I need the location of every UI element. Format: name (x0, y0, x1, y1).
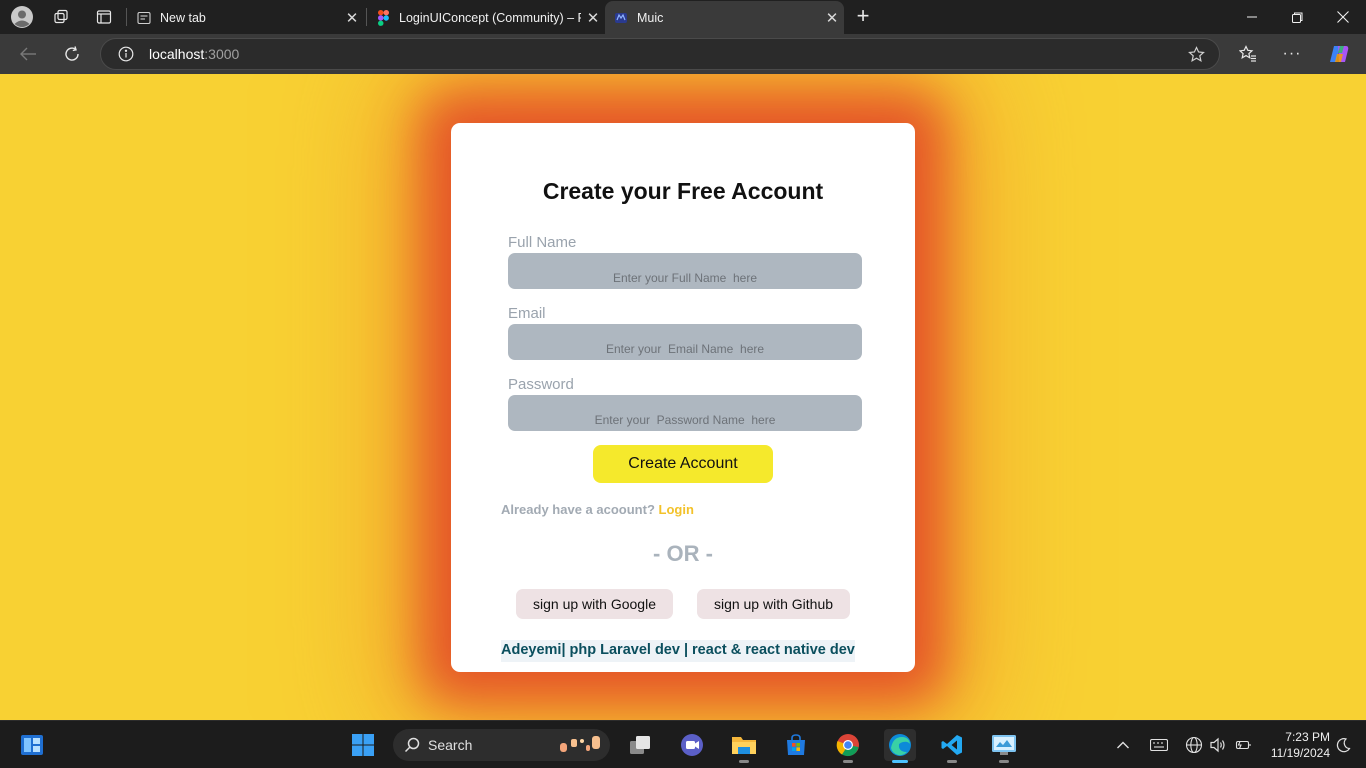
full-name-label: Full Name (508, 234, 577, 251)
browser-toolbar: localhost:3000 ··· (0, 34, 1366, 74)
show-hidden-icons-chevron-icon[interactable] (1113, 735, 1133, 755)
active-indicator (892, 760, 908, 763)
clock-date: 11/19/2024 (1270, 746, 1330, 760)
copilot-icon[interactable] (1325, 40, 1353, 68)
battery-icon[interactable] (1233, 735, 1253, 755)
close-tab-icon[interactable]: ✕ (340, 9, 364, 27)
search-label: Search (428, 737, 473, 753)
login-link[interactable]: Login (659, 502, 694, 517)
page-viewport: Create your Free Account Full Name Email… (0, 74, 1366, 720)
windows-taskbar: Search 7:23 PM 11/19/2024 (0, 720, 1366, 768)
running-indicator (843, 760, 853, 763)
favorites-icon[interactable] (1234, 40, 1262, 68)
running-indicator (947, 760, 957, 763)
email-label: Email (508, 305, 546, 322)
password-label: Password (508, 376, 574, 393)
refresh-icon[interactable] (58, 40, 86, 68)
email-input[interactable] (508, 324, 862, 360)
app-favicon-icon (613, 10, 629, 26)
tab-title: New tab (160, 10, 206, 25)
workspaces-icon[interactable] (50, 6, 72, 28)
address-bar[interactable]: localhost:3000 (100, 38, 1220, 70)
tab-title: Muic (637, 10, 664, 25)
taskbar-search[interactable]: Search (393, 729, 610, 761)
do-not-disturb-moon-icon[interactable] (1333, 735, 1353, 755)
system-clock[interactable]: 7:23 PM 11/19/2024 (1258, 729, 1330, 761)
url-port: :3000 (204, 46, 240, 62)
create-account-button[interactable]: Create Account (593, 445, 773, 483)
url-text: localhost:3000 (149, 46, 239, 62)
page-title: Create your Free Account (542, 178, 824, 204)
favorite-star-icon[interactable] (1187, 45, 1205, 63)
clock-time: 7:23 PM (1285, 730, 1330, 744)
meet-icon[interactable] (676, 729, 708, 761)
signup-card: Create your Free Account Full Name Email… (451, 123, 915, 672)
close-tab-icon[interactable]: ✕ (820, 9, 844, 27)
new-tab-page-icon (136, 10, 152, 26)
keyboard-icon[interactable] (1149, 735, 1169, 755)
volume-icon[interactable] (1208, 735, 1228, 755)
browser-tab-strip: New tab ✕ LoginUIConcept (Community) – F… (0, 0, 1366, 34)
running-indicator (739, 760, 749, 763)
new-tab-plus-icon[interactable]: + (851, 3, 875, 28)
network-globe-icon[interactable] (1184, 735, 1204, 755)
close-window-icon[interactable] (1320, 0, 1366, 34)
or-divider: - OR - (653, 541, 713, 566)
vscode-icon[interactable] (936, 729, 968, 763)
profile-avatar-icon[interactable] (10, 5, 34, 29)
full-name-input[interactable] (508, 253, 862, 289)
figma-icon (375, 9, 391, 26)
tab-new-tab[interactable]: New tab ✕ (128, 1, 364, 34)
start-icon[interactable] (347, 729, 379, 761)
control-panel-icon[interactable] (988, 729, 1020, 763)
minimize-window-icon[interactable] (1229, 0, 1275, 34)
url-host: localhost (149, 46, 205, 62)
edge-icon[interactable] (884, 729, 916, 763)
task-view-icon[interactable] (624, 729, 656, 761)
search-highlight-icon (558, 733, 602, 755)
github-signup-button[interactable]: sign up with Github (697, 589, 850, 619)
restore-window-icon[interactable] (1274, 0, 1320, 34)
close-tab-icon[interactable]: ✕ (581, 9, 605, 27)
running-indicator (999, 760, 1009, 763)
back-arrow-icon[interactable] (14, 40, 42, 68)
already-prompt: Already have a acoount? (501, 502, 655, 517)
google-signup-button[interactable]: sign up with Google (516, 589, 673, 619)
widgets-icon[interactable] (16, 729, 48, 761)
password-input[interactable] (508, 395, 862, 431)
tab-separator (126, 8, 127, 26)
tab-figma-loginuiconcept[interactable]: LoginUIConcept (Community) – Fi ✕ (367, 1, 605, 34)
site-info-icon[interactable] (117, 45, 135, 63)
vertical-tabs-icon[interactable] (93, 6, 115, 28)
file-explorer-icon[interactable] (728, 729, 760, 763)
search-icon (404, 737, 420, 753)
tab-title: LoginUIConcept (Community) – Fi (399, 10, 581, 25)
already-have-account-text: Already have a acoount? Login (501, 502, 694, 517)
ms-store-icon[interactable] (780, 729, 812, 761)
tab-muic[interactable]: Muic ✕ (605, 1, 844, 34)
chrome-icon[interactable] (832, 729, 864, 763)
settings-more-icon[interactable]: ··· (1278, 40, 1306, 68)
developer-credit: Adeyemi| php Laravel dev | react & react… (501, 640, 855, 662)
